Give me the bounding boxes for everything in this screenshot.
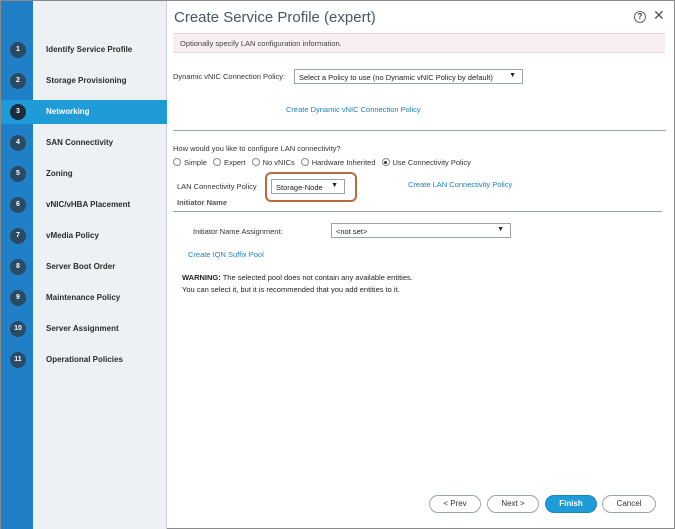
lan-config-radio-group: Simple Expert No vNICs Hardware Inherited Us… <box>173 158 477 170</box>
highlight-callout <box>265 172 357 202</box>
step-label: Maintenance Policy <box>46 293 121 302</box>
wizard-step-4[interactable]: 4 SAN Connectivity <box>1 131 167 155</box>
step-label: Operational Policies <box>46 355 123 364</box>
lan-option-label: No vNICs <box>262 158 295 167</box>
step-number-badge: 2 <box>10 73 26 89</box>
lan-option-radio[interactable]: Expert <box>212 158 246 167</box>
lan-option-label: Expert <box>223 158 246 167</box>
wizard-step-5[interactable]: 5 Zoning <box>1 162 167 186</box>
initiator-assignment-select[interactable]: <not set> ▼ <box>331 223 511 238</box>
step-label: SAN Connectivity <box>46 138 114 147</box>
warning-line-1: The selected pool does not contain any a… <box>220 273 413 282</box>
step-number-badge: 8 <box>10 259 26 275</box>
radio-button-icon[interactable] <box>212 158 221 166</box>
close-icon[interactable]: ✕ <box>653 8 665 22</box>
step-label: Server Boot Order <box>46 262 116 271</box>
step-label: Zoning <box>46 169 73 178</box>
wizard-step-2[interactable]: 2 Storage Provisioning <box>1 69 167 93</box>
chevron-down-icon: ▼ <box>509 72 516 79</box>
finish-button[interactable]: Finish <box>545 495 597 513</box>
create-lan-policy-link[interactable]: Create LAN Connectivity Policy <box>408 180 512 189</box>
initiator-assignment-value: <not set> <box>336 227 368 236</box>
step-label: Server Assignment <box>46 324 119 333</box>
dynamic-vnic-label: Dynamic vNIC Connection Policy: <box>173 72 286 81</box>
lan-option-radio[interactable]: No vNICs <box>251 158 295 167</box>
prev-button[interactable]: < Prev <box>429 495 481 513</box>
step-number-badge: 11 <box>10 352 26 368</box>
lan-option-label: Hardware Inherited <box>311 158 376 167</box>
step-number-badge: 5 <box>10 166 26 182</box>
lan-question: How would you like to configure LAN conn… <box>173 144 341 153</box>
step-number-badge: 1 <box>10 42 26 58</box>
lan-option-radio[interactable]: Use Connectivity Policy <box>381 158 471 167</box>
next-button[interactable]: Next > <box>487 495 539 513</box>
wizard-step-11[interactable]: 11 Operational Policies <box>1 348 167 372</box>
create-dynamic-vnic-link[interactable]: Create Dynamic vNIC Connection Policy <box>286 105 421 114</box>
step-number-badge: 3 <box>10 104 26 120</box>
lan-option-radio[interactable]: Simple <box>173 158 207 167</box>
initiator-section-title: Initiator Name <box>177 198 228 207</box>
divider <box>173 130 666 131</box>
dialog-window: 1 Identify Service Profile 2 Storage Provis… <box>0 0 675 529</box>
warning-message: WARNING: The selected pool does not cont… <box>182 272 413 296</box>
radio-button-icon[interactable] <box>173 158 181 166</box>
step-number-badge: 10 <box>10 321 26 337</box>
initiator-assignment-label: Initiator Name Assignment: <box>193 227 283 236</box>
warning-prefix: WARNING: <box>182 273 221 282</box>
step-label: Storage Provisioning <box>46 76 127 85</box>
step-label: Networking <box>46 107 90 116</box>
wizard-step-9[interactable]: 9 Maintenance Policy <box>1 286 167 310</box>
lan-option-radio[interactable]: Hardware Inherited <box>300 158 376 167</box>
create-iqn-suffix-pool-link[interactable]: Create IQN Suffix Pool <box>188 250 264 259</box>
info-banner: Optionally specify LAN configuration inf… <box>173 33 665 53</box>
step-number-badge: 9 <box>10 290 26 306</box>
info-text: Optionally specify LAN configuration inf… <box>180 39 342 48</box>
chevron-down-icon: ▼ <box>497 226 504 233</box>
lan-policy-label: LAN Connectivity Policy <box>177 182 257 191</box>
wizard-step-7[interactable]: 7 vMedia Policy <box>1 224 167 248</box>
radio-button-icon[interactable] <box>251 158 260 166</box>
wizard-step-1[interactable]: 1 Identify Service Profile <box>1 38 167 62</box>
cancel-button[interactable]: Cancel <box>602 495 656 513</box>
step-label: vMedia Policy <box>46 231 99 240</box>
wizard-step-6[interactable]: 6 vNIC/vHBA Placement <box>1 193 167 217</box>
wizard-step-10[interactable]: 10 Server Assignment <box>1 317 167 341</box>
divider <box>173 211 662 212</box>
wizard-step-3[interactable]: 3 Networking <box>1 100 167 124</box>
help-icon[interactable]: ? <box>634 11 646 23</box>
dynamic-vnic-select[interactable]: Select a Policy to use (no Dynamic vNIC … <box>294 69 523 84</box>
step-label: vNIC/vHBA Placement <box>46 200 131 209</box>
radio-button-icon[interactable] <box>381 158 390 166</box>
radio-button-icon[interactable] <box>300 158 309 166</box>
wizard-step-8[interactable]: 8 Server Boot Order <box>1 255 167 279</box>
dialog-title: Create Service Profile (expert) <box>174 9 376 26</box>
lan-option-label: Simple <box>184 158 207 167</box>
lan-option-label: Use Connectivity Policy <box>392 158 471 167</box>
step-number-badge: 6 <box>10 197 26 213</box>
step-label: Identify Service Profile <box>46 45 133 54</box>
step-number-badge: 7 <box>10 228 26 244</box>
dynamic-vnic-select-value: Select a Policy to use (no Dynamic vNIC … <box>299 73 493 82</box>
warning-line-2: You can select it, but it is recommended… <box>182 285 400 294</box>
step-number-badge: 4 <box>10 135 26 151</box>
